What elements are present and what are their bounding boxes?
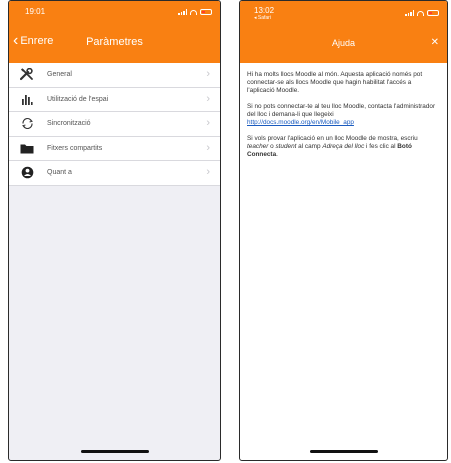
sync-icon (17, 117, 37, 130)
docs-link[interactable]: http://docs.moodle.org/en/Mobile_app (247, 119, 354, 126)
chevron-right-icon: › (206, 68, 210, 80)
wifi-icon (417, 10, 424, 16)
status-bar: 13:02 ◂ Safari (240, 1, 447, 27)
status-time: 13:02 (254, 6, 275, 15)
help-text: al camp (296, 143, 323, 150)
settings-screen: 19:01 ‹ Enrere Paràmetres General › Util… (8, 0, 221, 461)
settings-item-label: Utilització de l'espai (47, 95, 109, 103)
folder-icon (17, 143, 37, 154)
signal-icon (405, 10, 414, 16)
settings-item-label: Quant a (47, 169, 72, 177)
wifi-icon (190, 9, 197, 15)
page-title: Paràmetres (86, 36, 143, 48)
help-paragraph: Si vols provar l'aplicació en un lloc Mo… (247, 135, 440, 159)
help-text: Si vols provar l'aplicació en un lloc Mo… (247, 135, 418, 142)
settings-item-label: Sincronització (47, 120, 91, 128)
chevron-right-icon: › (206, 141, 210, 154)
chevron-right-icon: › (206, 166, 210, 178)
help-text: Si no pots connectar-te al teu lloc Mood… (247, 103, 436, 118)
help-paragraph: Hi ha molts llocs Moodle al món. Aquesta… (247, 71, 423, 94)
settings-item-space-usage[interactable]: Utilització de l'espai › (9, 88, 220, 112)
wrench-screwdriver-icon (17, 68, 37, 81)
navigation-bar: ‹ Enrere Paràmetres (9, 23, 220, 63)
page-title: Ajuda (331, 38, 356, 48)
status-icons (405, 9, 439, 17)
status-bar: 19:01 (9, 1, 220, 23)
status-icons (178, 8, 212, 16)
home-indicator[interactable] (309, 450, 378, 453)
help-screen: 13:02 ◂ Safari Ajuda ✕ Hi ha molts llocs… (239, 0, 448, 461)
status-time: 19:01 (25, 7, 46, 16)
close-button[interactable]: ✕ (431, 37, 439, 48)
bar-chart-icon (17, 93, 37, 106)
settings-item-sync[interactable]: Sincronització › (9, 112, 220, 137)
settings-list: General › Utilització de l'espai › Sincr… (9, 63, 220, 186)
settings-item-label: Fitxers compartits (47, 144, 103, 152)
signal-icon (178, 9, 187, 15)
settings-item-about[interactable]: Quant a › (9, 161, 220, 186)
chevron-right-icon: › (206, 92, 210, 105)
settings-item-label: General (47, 71, 72, 79)
home-indicator[interactable] (80, 450, 149, 453)
navigation-bar: Ajuda ✕ (240, 27, 447, 63)
settings-item-general[interactable]: General › (9, 63, 220, 88)
about-icon (17, 166, 37, 179)
chevron-right-icon: › (206, 117, 210, 129)
help-text: . (276, 151, 278, 158)
help-emphasis: student (275, 143, 297, 150)
help-text: i fes clic al (364, 143, 398, 150)
help-paragraph: Si no pots connectar-te al teu lloc Mood… (247, 103, 440, 127)
settings-item-shared-files[interactable]: Fitxers compartits › (9, 137, 220, 161)
battery-icon (427, 10, 439, 16)
battery-icon (200, 9, 212, 15)
help-emphasis: Adreça del lloc (322, 143, 365, 150)
back-to-safari-link[interactable]: ◂ Safari (254, 15, 271, 21)
help-emphasis: teacher (247, 143, 269, 150)
help-content: Hi ha molts llocs Moodle al món. Aquesta… (240, 63, 447, 159)
